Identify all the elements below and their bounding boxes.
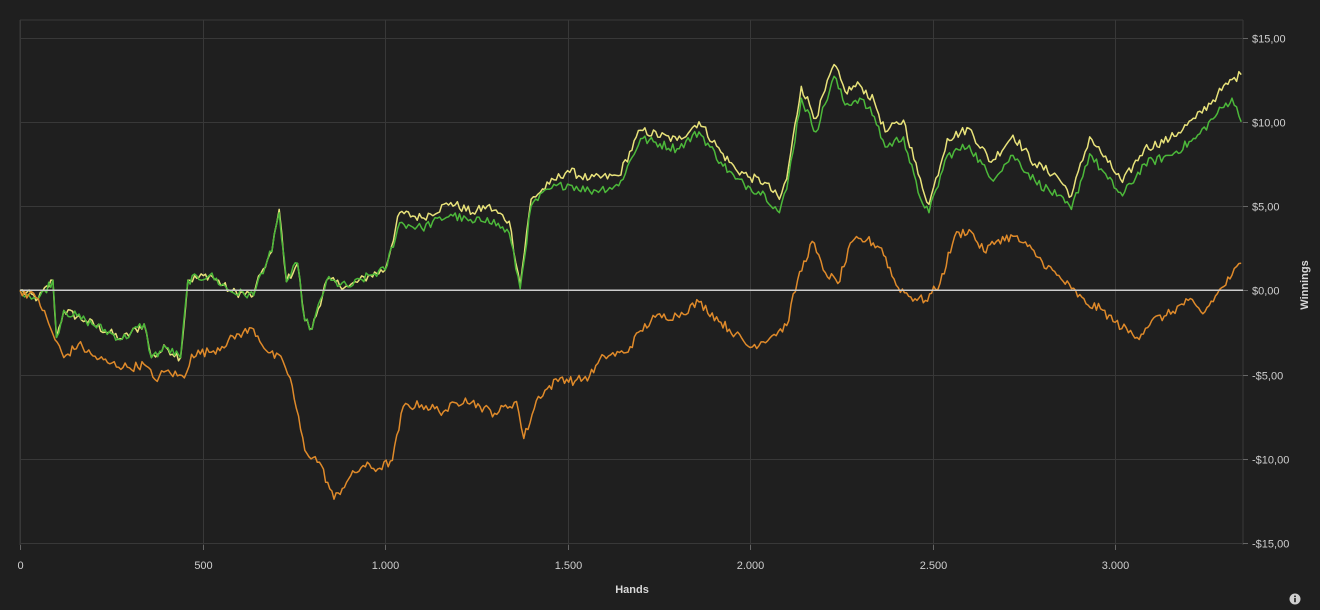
winnings-chart: 0 500 1.000 1.500 2.000 2.500 3.000 $15,00 $10,0… bbox=[17, 19, 1311, 596]
x-tick-label: 2.000 bbox=[737, 560, 765, 572]
x-tick-label: 0 bbox=[17, 560, 23, 572]
x-tick-label: 2.500 bbox=[920, 560, 948, 572]
x-tick-label: 1.500 bbox=[555, 560, 583, 572]
x-tick-label: 500 bbox=[194, 560, 212, 572]
y-axis-title: Winnings bbox=[1299, 260, 1311, 309]
y-tick-label: -$10,00 bbox=[1252, 455, 1289, 467]
y-tick-label: $5,00 bbox=[1252, 202, 1280, 214]
y-tick-label: $10,00 bbox=[1252, 118, 1286, 130]
x-tick-label: 3.000 bbox=[1102, 560, 1130, 572]
tick-labels: 0 500 1.000 1.500 2.000 2.500 3.000 $15,00 $10,0… bbox=[17, 34, 1289, 573]
grid bbox=[19, 19, 1248, 550]
x-axis-title: Hands bbox=[615, 584, 649, 596]
y-tick-label: -$5,00 bbox=[1252, 371, 1283, 383]
info-icon[interactable] bbox=[1289, 592, 1301, 605]
x-tick-label: 1.000 bbox=[372, 560, 400, 572]
y-tick-label: -$15,00 bbox=[1252, 539, 1289, 551]
y-tick-label: $15,00 bbox=[1252, 34, 1286, 46]
y-tick-label: $0,00 bbox=[1252, 286, 1280, 298]
